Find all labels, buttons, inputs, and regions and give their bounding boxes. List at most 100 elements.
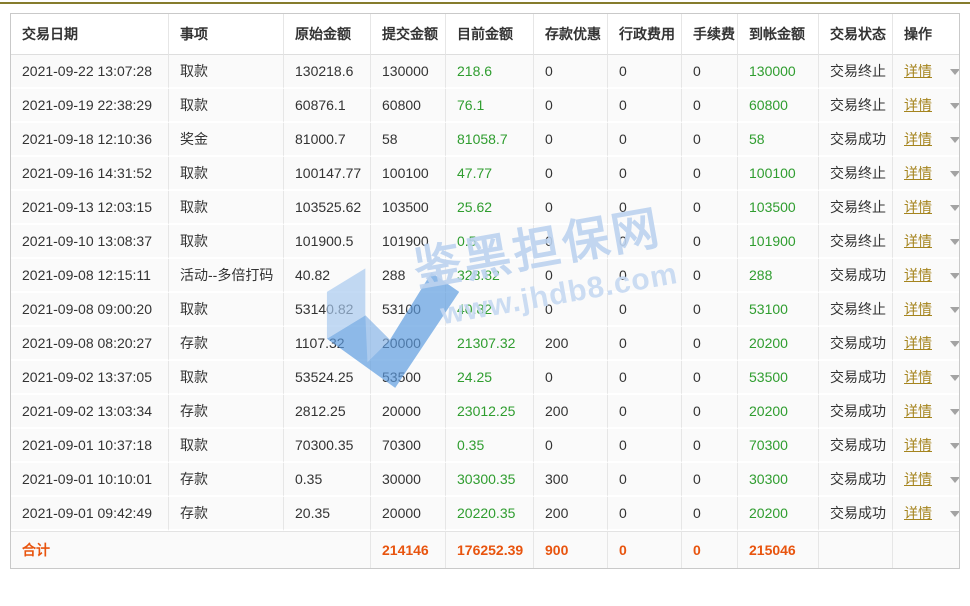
table-row: 2021-09-16 14:31:52 取款 100147.77 100100 … [11, 157, 959, 191]
detail-link[interactable]: 详情 [904, 233, 932, 249]
cell-received-amount: 60800 [738, 89, 819, 123]
dropdown-caret-icon[interactable] [950, 239, 959, 245]
cell-current-amount: 76.1 [446, 89, 534, 123]
cell-submitted-amount: 20000 [371, 497, 446, 531]
table-row: 2021-09-02 13:37:05 取款 53524.25 53500 24… [11, 361, 959, 395]
dropdown-caret-icon[interactable] [950, 171, 959, 177]
cell-submitted-amount: 103500 [371, 191, 446, 225]
total-label: 合计 [11, 531, 371, 568]
cell-deposit-bonus: 200 [534, 497, 608, 531]
cell-deposit-bonus: 0 [534, 361, 608, 395]
top-accent-line [0, 2, 970, 4]
detail-link[interactable]: 详情 [904, 63, 932, 79]
detail-link[interactable]: 详情 [904, 403, 932, 419]
cell-action: 详情 [893, 395, 959, 429]
cell-original-amount: 60876.1 [284, 89, 371, 123]
detail-link[interactable]: 详情 [904, 471, 932, 487]
cell-admin-fee: 0 [608, 89, 682, 123]
cell-status: 交易终止 [819, 157, 893, 191]
col-header-received-amount: 到帐金额 [738, 14, 819, 55]
dropdown-caret-icon[interactable] [950, 137, 959, 143]
cell-item: 取款 [169, 293, 284, 327]
detail-link[interactable]: 详情 [904, 369, 932, 385]
cell-deposit-bonus: 0 [534, 429, 608, 463]
cell-date: 2021-09-02 13:03:34 [11, 395, 169, 429]
dropdown-caret-icon[interactable] [950, 477, 959, 483]
dropdown-caret-icon[interactable] [950, 511, 959, 517]
cell-date: 2021-09-01 10:37:18 [11, 429, 169, 463]
detail-link[interactable]: 详情 [904, 505, 932, 521]
cell-deposit-bonus: 0 [534, 157, 608, 191]
cell-current-amount: 30300.35 [446, 463, 534, 497]
cell-current-amount: 20220.35 [446, 497, 534, 531]
cell-received-amount: 70300 [738, 429, 819, 463]
dropdown-caret-icon[interactable] [950, 409, 959, 415]
dropdown-caret-icon[interactable] [950, 205, 959, 211]
cell-current-amount: 25.62 [446, 191, 534, 225]
cell-status: 交易成功 [819, 395, 893, 429]
dropdown-caret-icon[interactable] [950, 341, 959, 347]
detail-link[interactable]: 详情 [904, 267, 932, 283]
cell-submitted-amount: 100100 [371, 157, 446, 191]
cell-status: 交易终止 [819, 89, 893, 123]
cell-original-amount: 100147.77 [284, 157, 371, 191]
total-admin-fee: 0 [608, 531, 682, 568]
table-row: 2021-09-01 10:37:18 取款 70300.35 70300 0.… [11, 429, 959, 463]
cell-deposit-bonus: 0 [534, 191, 608, 225]
cell-item: 取款 [169, 55, 284, 89]
cell-submitted-amount: 60800 [371, 89, 446, 123]
cell-admin-fee: 0 [608, 55, 682, 89]
detail-link[interactable]: 详情 [904, 335, 932, 351]
cell-handling-fee: 0 [682, 327, 738, 361]
dropdown-caret-icon[interactable] [950, 69, 959, 75]
col-header-current-amount: 目前金额 [446, 14, 534, 55]
dropdown-caret-icon[interactable] [950, 375, 959, 381]
cell-current-amount: 81058.7 [446, 123, 534, 157]
cell-submitted-amount: 288 [371, 259, 446, 293]
cell-received-amount: 101900 [738, 225, 819, 259]
dropdown-caret-icon[interactable] [950, 103, 959, 109]
cell-status: 交易成功 [819, 123, 893, 157]
cell-original-amount: 103525.62 [284, 191, 371, 225]
cell-action: 详情 [893, 157, 959, 191]
cell-current-amount: 0.5 [446, 225, 534, 259]
table-row: 2021-09-01 10:10:01 存款 0.35 30000 30300.… [11, 463, 959, 497]
cell-deposit-bonus: 200 [534, 395, 608, 429]
cell-received-amount: 20200 [738, 395, 819, 429]
dropdown-caret-icon[interactable] [950, 307, 959, 313]
cell-action: 详情 [893, 191, 959, 225]
cell-received-amount: 58 [738, 123, 819, 157]
cell-status: 交易终止 [819, 55, 893, 89]
cell-date: 2021-09-19 22:38:29 [11, 89, 169, 123]
table-row: 2021-09-08 09:00:20 取款 53140.82 53100 40… [11, 293, 959, 327]
cell-admin-fee: 0 [608, 497, 682, 531]
total-row: 合计 214146 176252.39 900 0 0 215046 [11, 531, 959, 568]
dropdown-caret-icon[interactable] [950, 443, 959, 449]
cell-date: 2021-09-10 13:08:37 [11, 225, 169, 259]
detail-link[interactable]: 详情 [904, 199, 932, 215]
cell-submitted-amount: 20000 [371, 327, 446, 361]
cell-original-amount: 53524.25 [284, 361, 371, 395]
cell-admin-fee: 0 [608, 395, 682, 429]
cell-submitted-amount: 58 [371, 123, 446, 157]
cell-item: 取款 [169, 225, 284, 259]
total-action-empty [893, 531, 959, 568]
cell-deposit-bonus: 0 [534, 123, 608, 157]
detail-link[interactable]: 详情 [904, 131, 932, 147]
detail-link[interactable]: 详情 [904, 97, 932, 113]
detail-link[interactable]: 详情 [904, 301, 932, 317]
cell-admin-fee: 0 [608, 123, 682, 157]
cell-current-amount: 23012.25 [446, 395, 534, 429]
cell-handling-fee: 0 [682, 89, 738, 123]
cell-admin-fee: 0 [608, 293, 682, 327]
table-row: 2021-09-01 09:42:49 存款 20.35 20000 20220… [11, 497, 959, 531]
cell-submitted-amount: 53500 [371, 361, 446, 395]
cell-date: 2021-09-08 08:20:27 [11, 327, 169, 361]
dropdown-caret-icon[interactable] [950, 273, 959, 279]
cell-action: 详情 [893, 327, 959, 361]
cell-deposit-bonus: 0 [534, 293, 608, 327]
cell-date: 2021-09-13 12:03:15 [11, 191, 169, 225]
detail-link[interactable]: 详情 [904, 437, 932, 453]
detail-link[interactable]: 详情 [904, 165, 932, 181]
cell-deposit-bonus: 0 [534, 259, 608, 293]
